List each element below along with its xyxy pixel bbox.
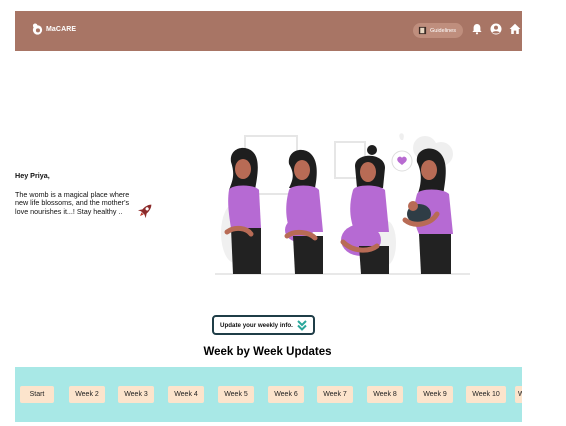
update-weekly-info-label: Update your weekly info.	[220, 321, 293, 329]
brand-name: MaCARE	[46, 25, 77, 33]
week-button-11-partial[interactable]: W	[515, 386, 522, 403]
rocket-icon	[137, 204, 152, 219]
top-navbar: MaCARE Guidelines	[15, 11, 522, 51]
week-button-10[interactable]: Week 10	[466, 386, 506, 403]
week-button-7[interactable]: Week 7	[317, 386, 353, 403]
week-button-8[interactable]: Week 8	[367, 386, 403, 403]
week-button-6[interactable]: Week 6	[268, 386, 304, 403]
week-button-5[interactable]: Week 5	[218, 386, 254, 403]
greeting-text: Hey Priya,	[15, 171, 50, 180]
hero-greeting-block: Hey Priya, The womb is a magical place w…	[15, 171, 130, 216]
week-selector-strip[interactable]: Start Week 2 Week 3 Week 4 Week 5 Week 6…	[15, 367, 522, 422]
bell-icon[interactable]	[471, 23, 483, 35]
pregnancy-illustration	[215, 133, 470, 275]
hero-message: The womb is a magical place where new li…	[15, 189, 130, 216]
guidelines-button[interactable]: Guidelines	[413, 23, 463, 38]
week-button-start[interactable]: Start	[20, 386, 54, 403]
week-button-2[interactable]: Week 2	[69, 386, 105, 403]
week-updates-title: Week by Week Updates	[203, 346, 332, 358]
update-weekly-info-button[interactable]: Update your weekly info.	[212, 315, 315, 335]
home-icon[interactable]	[509, 23, 521, 35]
week-button-3[interactable]: Week 3	[118, 386, 154, 403]
guidelines-label: Guidelines	[430, 27, 456, 34]
brand-logo[interactable]: MaCARE	[31, 22, 76, 36]
week-button-9[interactable]: Week 9	[417, 386, 453, 403]
logo-icon	[32, 23, 43, 35]
week-button-4[interactable]: Week 4	[168, 386, 204, 403]
book-icon	[418, 26, 427, 35]
double-chevron-down-icon	[297, 320, 307, 331]
user-icon[interactable]	[490, 23, 502, 35]
